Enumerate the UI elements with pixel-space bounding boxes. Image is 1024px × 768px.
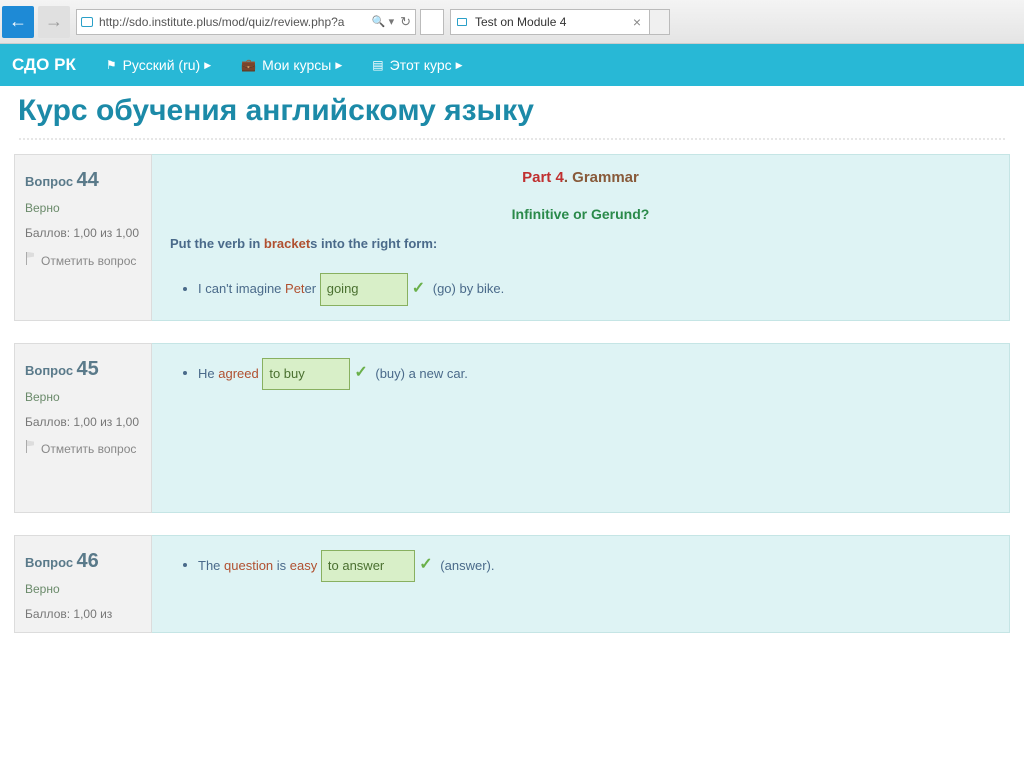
flag-icon: ⚑ [106,58,117,72]
question-body: The question is easy to answer✓ (answer)… [152,535,1010,634]
question-score: Баллов: 1,00 из [25,606,141,623]
sentence-list: I can't imagine Peter going✓ (go) by bik… [170,273,991,306]
site-brand[interactable]: СДО РК [12,55,76,75]
new-tab-button[interactable] [650,9,670,35]
flag-icon [25,440,37,454]
forward-button[interactable]: → [38,6,70,38]
chevron-right-icon: ▶ [456,60,463,71]
question-status: Верно [25,580,141,598]
site-icon [81,15,95,29]
sentence: The question is easy to answer✓ (answer)… [198,550,991,583]
answer-box[interactable]: to answer [321,550,415,583]
close-tab-icon[interactable]: × [631,14,643,30]
sentence: I can't imagine Peter going✓ (go) by bik… [198,273,991,306]
briefcase-icon: 💼 [241,58,256,72]
question-block-44: Вопрос 44 Верно Баллов: 1,00 из 1,00 Отм… [14,154,1010,321]
question-info: Вопрос 46 Верно Баллов: 1,00 из [14,535,152,634]
url-tools: 🔍 ▾ ↻ [372,14,411,30]
question-score: Баллов: 1,00 из 1,00 [25,414,141,431]
question-block-45: Вопрос 45 Верно Баллов: 1,00 из 1,00 Отм… [14,343,1010,513]
book-icon: ▤ [372,58,383,72]
question-number: 44 [76,169,98,191]
nav-language[interactable]: ⚑ Русский (ru) ▶ [106,57,211,73]
sub-heading: Infinitive or Gerund? [170,206,991,222]
page-title: Курс обучения английскому языку [0,86,1024,138]
question-info: Вопрос 45 Верно Баллов: 1,00 из 1,00 Отм… [14,343,152,513]
nav-my-courses[interactable]: 💼 Мои курсы ▶ [241,57,342,73]
sentence: He agreed to buy✓ (buy) a new car. [198,358,991,391]
part-heading: Part 4. Grammar [170,169,991,186]
browser-tab[interactable]: Test on Module 4 × [450,9,650,35]
browser-toolbar: ← → http://sdo.institute.plus/mod/quiz/r… [0,0,1024,44]
question-label: Вопрос [25,363,73,378]
check-icon: ✓ [354,364,367,381]
url-text: http://sdo.institute.plus/mod/quiz/revie… [99,15,368,29]
flag-label: Отметить вопрос [41,252,136,270]
nav-buttons: ← → [0,6,72,38]
instruction: Put the verb in brackets into the right … [170,236,991,251]
chevron-right-icon: ▶ [204,60,211,71]
nav-this-course-label: Этот курс [390,57,452,73]
address-bar[interactable]: http://sdo.institute.plus/mod/quiz/revie… [76,9,416,35]
question-status: Верно [25,388,141,406]
search-box[interactable] [420,9,444,35]
back-button[interactable]: ← [2,6,34,38]
chevron-right-icon: ▶ [335,60,342,71]
nav-my-courses-label: Мои курсы [262,57,331,73]
question-label: Вопрос [25,174,73,189]
answer-box[interactable]: going [320,273,408,306]
sentence-list: The question is easy to answer✓ (answer)… [170,550,991,583]
check-icon: ✓ [419,556,432,573]
question-label: Вопрос [25,555,73,570]
divider [18,138,1006,140]
question-score: Баллов: 1,00 из 1,00 [25,225,141,242]
site-navbar: СДО РК ⚑ Русский (ru) ▶ 💼 Мои курсы ▶ ▤ … [0,44,1024,86]
content-area: Вопрос 44 Верно Баллов: 1,00 из 1,00 Отм… [0,154,1024,633]
check-icon: ✓ [412,280,425,297]
tab-favicon [457,16,469,28]
question-block-46: Вопрос 46 Верно Баллов: 1,00 из The ques… [14,535,1010,634]
question-number: 46 [76,550,98,572]
flag-label: Отметить вопрос [41,440,136,458]
refresh-icon[interactable]: ↻ [400,14,411,30]
flag-question[interactable]: Отметить вопрос [25,252,141,270]
answer-box[interactable]: to buy [262,358,350,391]
question-status: Верно [25,199,141,217]
question-info: Вопрос 44 Верно Баллов: 1,00 из 1,00 Отм… [14,154,152,321]
flag-icon [25,252,37,266]
question-body: Part 4. Grammar Infinitive or Gerund? Pu… [152,154,1010,321]
tab-title: Test on Module 4 [475,15,631,29]
nav-language-label: Русский (ru) [123,57,201,73]
flag-question[interactable]: Отметить вопрос [25,440,141,458]
nav-this-course[interactable]: ▤ Этот курс ▶ [372,57,462,73]
sentence-list: He agreed to buy✓ (buy) a new car. [170,358,991,391]
search-dropdown-icon[interactable]: 🔍 ▾ [372,15,394,28]
question-number: 45 [76,358,98,380]
question-body: He agreed to buy✓ (buy) a new car. [152,343,1010,513]
